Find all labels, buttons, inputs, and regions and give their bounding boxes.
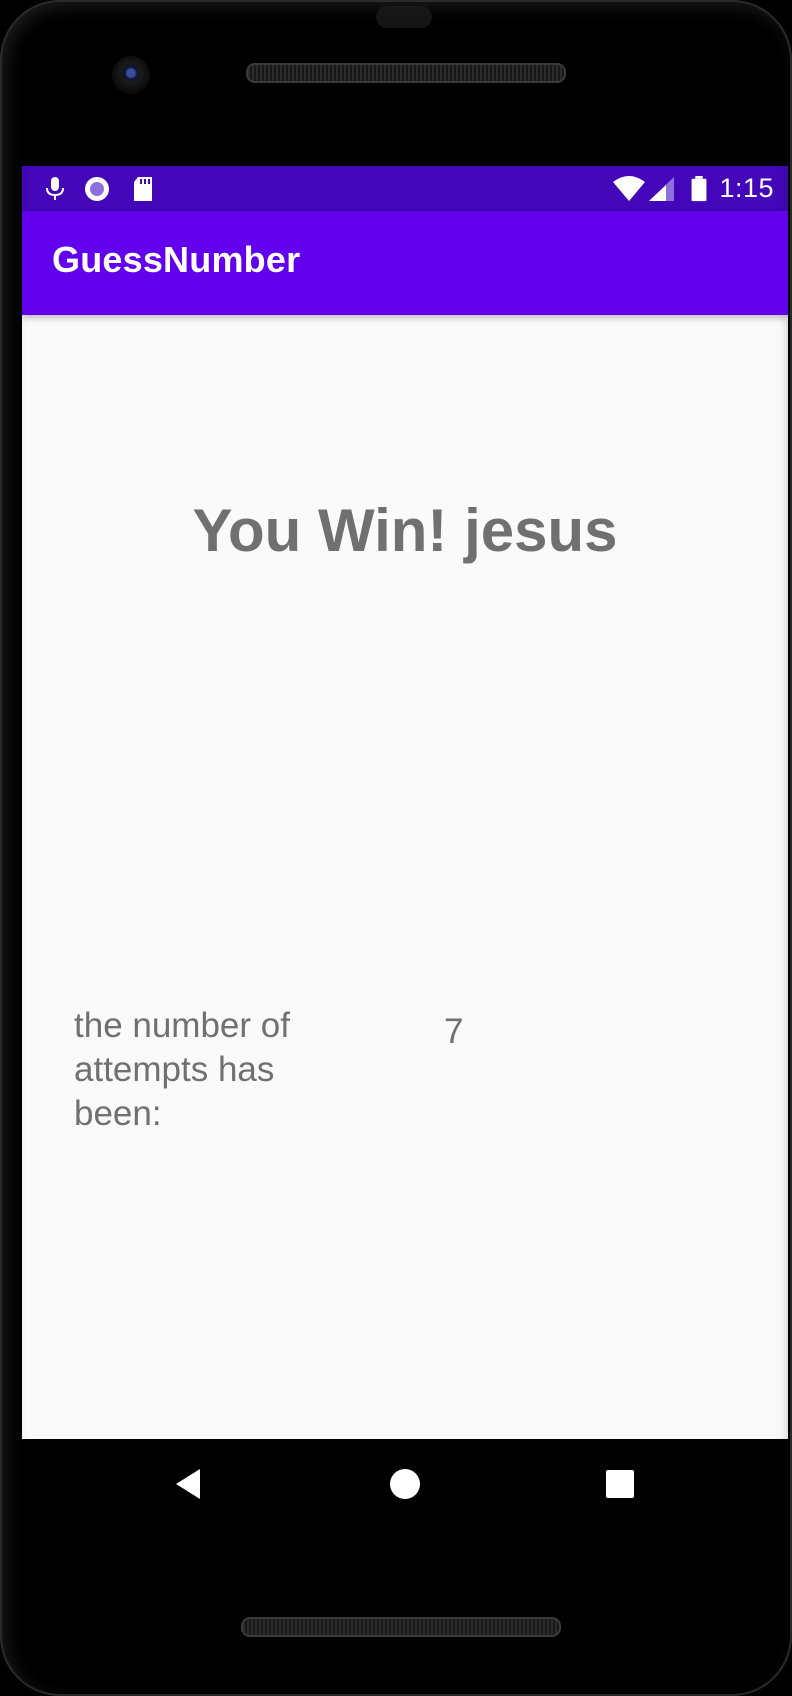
signal-icon — [649, 177, 674, 201]
attempts-label: the number of attempts has been: — [74, 1006, 290, 1133]
top-notch — [376, 6, 432, 28]
status-time: 1:15 — [719, 173, 774, 203]
wifi-icon — [613, 176, 645, 201]
sd-card-icon — [134, 177, 152, 201]
attempts-value: 7 — [444, 1012, 464, 1051]
home-icon[interactable] — [380, 1459, 430, 1509]
earpiece-speaker — [246, 63, 566, 83]
back-icon[interactable] — [164, 1459, 214, 1509]
front-camera — [112, 56, 150, 94]
win-message: You Win! jesus — [192, 497, 618, 564]
status-bar: 1:15 — [22, 166, 788, 211]
record-icon — [85, 177, 109, 201]
app-bar: GuessNumber — [22, 211, 788, 315]
mic-icon — [46, 177, 64, 200]
screen: 1:15 GuessNumber You Win! jesus the numb… — [22, 166, 788, 1439]
recents-icon[interactable] — [595, 1459, 645, 1509]
bottom-speaker — [241, 1617, 561, 1637]
app-title: GuessNumber — [52, 239, 301, 280]
navigation-bar — [0, 1439, 792, 1529]
phone-device: 1:15 GuessNumber You Win! jesus the numb… — [0, 0, 792, 1696]
battery-icon — [691, 176, 707, 202]
